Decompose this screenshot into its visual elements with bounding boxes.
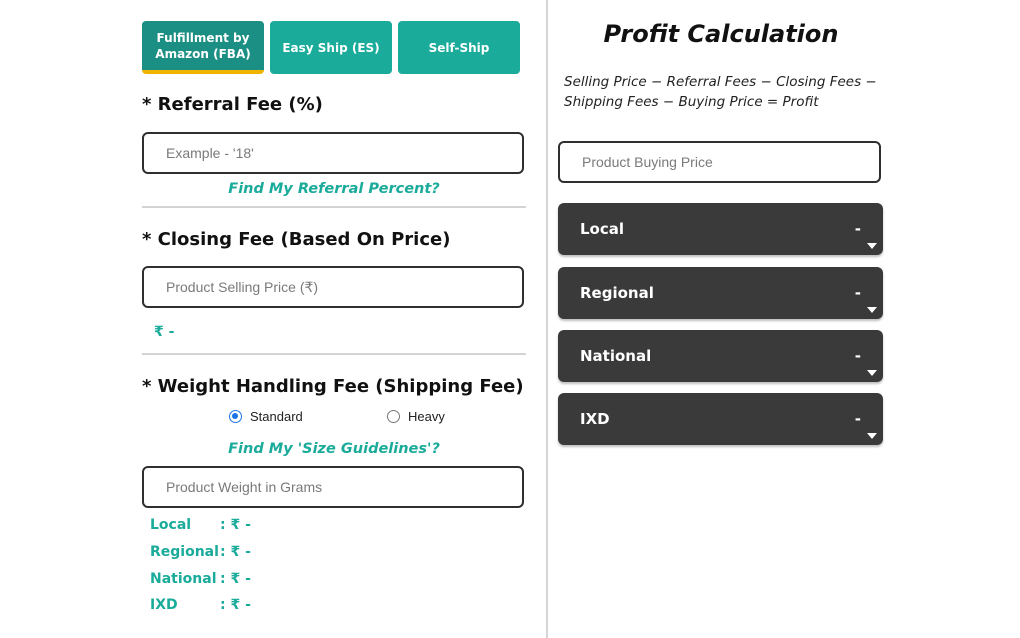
accordion-label: IXD: [580, 410, 610, 428]
weight-handling-fee-title: * Weight Handling Fee (Shipping Fee): [142, 376, 524, 397]
shipping-fee-value: : ₹ -: [220, 571, 251, 587]
caret-down-icon[interactable]: [867, 243, 877, 249]
panel-divider: [546, 0, 548, 638]
fee-calculator-panel: Fulfillment by Amazon (FBA) Easy Ship (E…: [142, 0, 526, 638]
shipping-fee-value: : ₹ -: [220, 597, 251, 613]
tab-fba[interactable]: Fulfillment by Amazon (FBA): [142, 21, 264, 74]
formula-line: Shipping Fees − Buying Price = Profit: [564, 94, 819, 110]
shipping-fee-row-regional: Regional: ₹ -: [150, 544, 251, 560]
radio-heavy[interactable]: Heavy: [387, 409, 445, 424]
profit-formula: Selling Price − Referral Fees − Closing …: [564, 72, 884, 112]
accordion-value: -: [854, 347, 861, 365]
product-weight-input[interactable]: [142, 466, 524, 508]
radio-standard-label: Standard: [250, 409, 303, 424]
profit-calculation-panel: Profit Calculation Selling Price − Refer…: [556, 0, 886, 638]
shipping-fee-label: Regional: [150, 544, 219, 560]
find-size-guidelines-link[interactable]: Find My 'Size Guidelines'?: [142, 441, 526, 457]
accordion-value: -: [854, 220, 861, 238]
section-divider: [142, 206, 526, 208]
closing-fee-title: * Closing Fee (Based On Price): [142, 229, 451, 250]
shipping-fee-value: : ₹ -: [220, 517, 251, 533]
selling-price-input[interactable]: [142, 266, 524, 308]
radio-button-icon[interactable]: [387, 410, 400, 423]
shipping-fee-label: Local: [150, 517, 192, 533]
shipping-fee-row-national: National: ₹ -: [150, 571, 251, 587]
accordion-label: Local: [580, 220, 625, 238]
referral-fee-input[interactable]: [142, 132, 524, 174]
buying-price-input[interactable]: [558, 141, 881, 183]
shipping-method-tabs: Fulfillment by Amazon (FBA) Easy Ship (E…: [142, 21, 520, 74]
profit-accordion-ixd[interactable]: IXD -: [558, 393, 883, 445]
tab-self-ship[interactable]: Self-Ship: [398, 21, 520, 74]
accordion-label: National: [580, 347, 652, 365]
section-divider: [142, 353, 526, 355]
caret-down-icon[interactable]: [867, 433, 877, 439]
closing-fee-value: ₹ -: [154, 324, 175, 340]
profit-accordion-national[interactable]: National -: [558, 330, 883, 382]
shipping-fee-value: : ₹ -: [220, 544, 251, 560]
shipping-fee-row-ixd: IXD : ₹ -: [150, 597, 251, 613]
shipping-fee-label: National: [150, 571, 217, 587]
profit-calculation-title: Profit Calculation: [603, 20, 839, 48]
caret-down-icon[interactable]: [867, 370, 877, 376]
radio-standard[interactable]: Standard: [229, 409, 303, 424]
tab-easy-ship[interactable]: Easy Ship (ES): [270, 21, 392, 74]
accordion-value: -: [854, 284, 861, 302]
find-referral-percent-link[interactable]: Find My Referral Percent?: [142, 181, 526, 197]
radio-button-icon[interactable]: [229, 410, 242, 423]
profit-accordion-local[interactable]: Local -: [558, 203, 883, 255]
referral-fee-title: * Referral Fee (%): [142, 94, 323, 115]
caret-down-icon[interactable]: [867, 307, 877, 313]
radio-heavy-label: Heavy: [408, 409, 445, 424]
accordion-value: -: [854, 410, 861, 428]
shipping-fee-row-local: Local : ₹ -: [150, 517, 251, 533]
accordion-label: Regional: [580, 284, 654, 302]
shipping-fee-label: IXD: [150, 597, 178, 613]
formula-line: Selling Price − Referral Fees − Closing …: [564, 74, 877, 90]
profit-accordion-regional[interactable]: Regional -: [558, 267, 883, 319]
